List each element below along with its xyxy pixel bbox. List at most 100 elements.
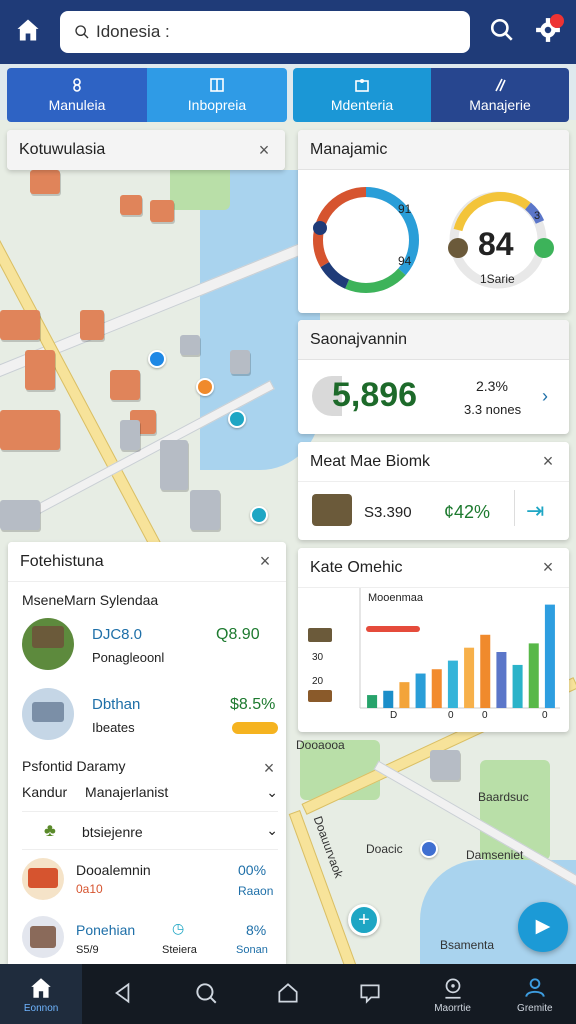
bottom-nav: Eonnon Maorrtie Gremite: [0, 964, 576, 1024]
map-pin[interactable]: [228, 410, 246, 428]
ring-label-top: 91: [398, 202, 412, 216]
meat-value: S3.390: [364, 504, 412, 521]
settings-button[interactable]: [530, 12, 566, 48]
nav-back[interactable]: [82, 964, 164, 1024]
section-row[interactable]: Kandur Manajerlanist ⌄: [22, 784, 278, 812]
nav-house[interactable]: [247, 964, 329, 1024]
tab-manajerie[interactable]: Manajerie: [431, 68, 569, 122]
list-item[interactable]: Dooalemnin 0a10 00% Raaon: [22, 858, 278, 908]
x-tick: 0: [448, 710, 454, 721]
map-label: Baardsuc: [478, 790, 529, 804]
building: [120, 420, 140, 450]
nav-home[interactable]: Eonnon: [0, 964, 83, 1024]
x-tick: D: [390, 710, 398, 721]
nav-label: Eonnon: [23, 1002, 59, 1014]
expand-row-label: btsiejenre: [82, 824, 143, 840]
zoom-in-button[interactable]: +: [348, 904, 380, 936]
chart-bar: [415, 673, 426, 708]
tab-inbopreia[interactable]: Inbopreia: [147, 68, 287, 122]
donut-and-gauge: [313, 187, 554, 293]
item-name: DJC8.0: [92, 626, 143, 643]
map-label: Doacic: [366, 842, 403, 856]
item-value: 00%: [238, 862, 267, 878]
building: [430, 750, 460, 780]
map-pin[interactable]: [250, 506, 268, 524]
item-sub: S5/9: [76, 944, 99, 956]
item-sub: 0a10: [76, 882, 103, 896]
home-button[interactable]: [10, 12, 46, 48]
tab-mdenteria[interactable]: Mdenteria: [293, 68, 431, 122]
gauge-right-label: 3: [534, 210, 541, 222]
sub-value: 3.3 nones: [464, 402, 522, 417]
chevron-down-icon: ⌄: [266, 822, 278, 838]
search-input[interactable]: Idonesia :: [60, 11, 470, 53]
plant-icon: ♣: [44, 820, 56, 840]
list-item[interactable]: Dbthan Ibeates $8.5%: [22, 688, 278, 744]
close-icon[interactable]: ×: [539, 451, 557, 472]
tab-label: Mdenteria: [330, 97, 394, 113]
chart-bar: [512, 664, 523, 708]
gauge-label: 1Sarie: [480, 272, 515, 286]
nav-location[interactable]: Maorrtie: [411, 964, 493, 1024]
map-title-card: Kotuwulasia ×: [7, 130, 285, 170]
map-label: Dooaooa: [296, 738, 345, 752]
chart-bar: [383, 690, 394, 708]
expand-row[interactable]: ♣ btsiejenre ⌄: [22, 818, 278, 850]
item-value: $8.5%: [230, 696, 276, 713]
map-pin[interactable]: [196, 378, 214, 396]
nav-search[interactable]: [165, 964, 247, 1024]
section-header: Psfontid Daramy ×: [22, 758, 278, 780]
map-label: Bsamenta: [440, 938, 495, 952]
map-pin[interactable]: [420, 840, 438, 858]
meat-card: Meat Mae Biomk × S3.390 ¢42% ⇥: [298, 442, 569, 540]
chevron-right-icon[interactable]: ›: [542, 386, 548, 407]
notification-badge: [550, 14, 564, 28]
list-subtitle: MseneMarn Sylendaa: [22, 592, 159, 608]
kate-chart-card: Kate Omehic × Mooenmaa 30 20 D 0 0 0: [298, 548, 569, 732]
nav-chat[interactable]: [329, 964, 411, 1024]
x-tick: 0: [542, 710, 548, 721]
tab-manuleia[interactable]: Manuleia: [7, 68, 147, 122]
search-value: Idonesia :: [96, 22, 170, 41]
navigate-fab[interactable]: [518, 902, 568, 952]
building: [230, 350, 250, 374]
item-mid: Steiera: [162, 944, 197, 956]
search-button[interactable]: [484, 12, 520, 48]
list-item[interactable]: DJC8.0 Ponagleoonl Q8.90: [22, 618, 278, 674]
close-icon[interactable]: ×: [256, 551, 274, 572]
list-card: Fotehistuna × MseneMarn Sylendaa DJC8.0 …: [8, 542, 286, 964]
building: [25, 350, 55, 390]
profile-icon: [525, 977, 545, 997]
close-icon[interactable]: ×: [255, 140, 273, 161]
item-thumbnail: [22, 618, 74, 670]
tab-icon: [355, 79, 369, 92]
chart-bar: [464, 647, 475, 708]
back-icon: [115, 982, 130, 1004]
list-item[interactable]: Ponehian S5/9 ◷ Steiera 8% Sonan: [22, 916, 278, 962]
manajemen-card: Manajamic 91 94 84 1Sarie 3: [298, 130, 569, 313]
item-thumbnail: [22, 858, 64, 900]
pct-value: 2.3%: [476, 378, 508, 394]
nav-profile[interactable]: Gremite: [494, 964, 576, 1024]
map-pin[interactable]: [148, 350, 166, 368]
close-icon[interactable]: ×: [260, 758, 278, 779]
main-road: [288, 810, 376, 965]
chart-bar: [496, 652, 507, 708]
list-title: Fotehistuna: [20, 552, 104, 570]
tab-icon: [73, 78, 81, 92]
arrow-right-icon[interactable]: ⇥: [526, 498, 544, 524]
legend-bar: [366, 626, 420, 632]
item-name: Dbthan: [92, 696, 141, 713]
building: [0, 310, 40, 340]
search-icon: [75, 25, 89, 39]
big-value: 5,896: [332, 376, 418, 414]
map-card-title: Kotuwulasia: [19, 141, 106, 158]
item-sub2: Raaon: [238, 884, 274, 898]
item-name: Dooalemnin: [76, 862, 151, 878]
meat-title: Meat Mae Biomk: [310, 452, 431, 470]
progress-pill: [232, 722, 278, 734]
building: [190, 490, 220, 530]
close-icon[interactable]: ×: [539, 557, 557, 578]
section-row-right: Manajerlanist: [85, 784, 169, 800]
chat-icon: [360, 984, 380, 1004]
